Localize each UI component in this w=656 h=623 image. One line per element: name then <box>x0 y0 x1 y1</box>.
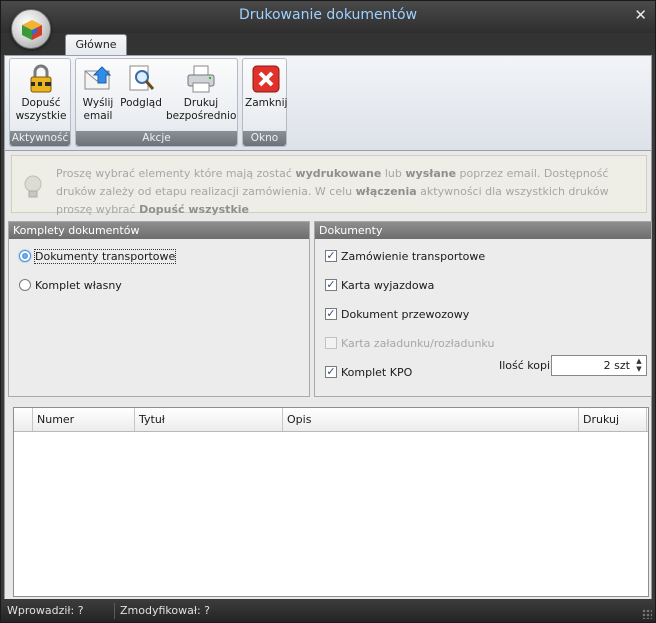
documents-grid[interactable]: Numer Tytuł Opis Drukuj <box>13 407 649 597</box>
resize-grip-icon[interactable] <box>642 609 652 619</box>
check-row-transport-order[interactable]: ✓ Zamówienie transportowe <box>325 248 485 264</box>
grid-header: Numer Tytuł Opis Drukuj <box>14 408 648 432</box>
radio-own-set-label[interactable]: Komplet własny <box>35 279 122 292</box>
close-red-icon <box>252 65 279 93</box>
info-text-part: lub <box>381 167 406 180</box>
app-cubes-icon <box>22 20 42 40</box>
spinner-arrows[interactable]: ▲ ▼ <box>634 357 644 374</box>
status-bar: Wprowadził: ? Zmodyfikował: ? <box>1 600 655 622</box>
radio-own-set[interactable] <box>19 279 31 291</box>
check-row-departure-card[interactable]: ✓ Karta wyjazdowa <box>325 277 434 293</box>
allow-all-button[interactable]: Dopuść wszystkie <box>12 63 70 123</box>
kpo-set-label[interactable]: Komplet KPO <box>341 366 412 379</box>
grid-col-drukuj[interactable]: Drukuj <box>579 408 647 431</box>
close-label: Zamknij <box>245 97 288 109</box>
lock-icon <box>30 64 52 93</box>
document-sets-panel: Komplety dokumentów Dokumenty transporto… <box>8 221 310 397</box>
modified-by-text: Zmodyfikował: ? <box>120 604 211 617</box>
title-bar[interactable]: Drukowanie dokumentów ✕ <box>1 1 655 33</box>
email-send-icon <box>84 66 112 90</box>
info-text: Proszę wybrać elementy które mają zostać… <box>56 165 641 219</box>
app-menu-orb-button[interactable] <box>11 9 51 49</box>
spin-up-icon[interactable]: ▲ <box>634 357 644 365</box>
loading-card-label: Karta załadunku/rozładunku <box>341 336 495 350</box>
preview-label: Podgląd <box>120 97 162 109</box>
ribbon-tab-strip: Główne <box>1 33 655 56</box>
grid-col-tytul[interactable]: Tytuł <box>135 408 283 431</box>
status-separator <box>114 603 115 619</box>
allow-all-label: Dopuść wszystkie <box>15 97 67 122</box>
printer-icon <box>187 65 215 93</box>
radio-row-own-set[interactable]: Komplet własny <box>19 277 122 293</box>
departure-card-label[interactable]: Karta wyjazdowa <box>341 279 434 292</box>
document-sets-header: Komplety dokumentów <box>9 222 309 239</box>
entered-by-text: Wprowadził: ? <box>7 604 84 617</box>
print-direct-label: Drukuj bezpośrednio <box>166 97 237 122</box>
grid-col-opis[interactable]: Opis <box>283 408 579 431</box>
info-keyword-printed: wydrukowane <box>295 167 382 180</box>
ribbon-group-okno: Zamknij Okno <box>242 58 287 147</box>
send-email-button[interactable]: Wyślij email <box>78 63 118 123</box>
checkbox-kpo-set[interactable]: ✓ <box>325 366 337 378</box>
info-keyword-allow-all: Dopuść wszystkie <box>139 203 249 216</box>
ribbon: Dopuść wszystkie Aktywność Wyślij email <box>4 55 652 151</box>
info-box: Proszę wybrać elementy które mają zostać… <box>11 155 647 216</box>
spin-down-icon[interactable]: ▼ <box>634 365 644 373</box>
group-label-okno: Okno <box>243 131 286 146</box>
copies-spinner[interactable]: 2 szt ▲ ▼ <box>551 355 647 376</box>
checkbox-loading-card <box>325 337 337 349</box>
tab-glowne[interactable]: Główne <box>65 34 127 56</box>
radio-transport-documents[interactable] <box>19 250 31 262</box>
check-row-waybill[interactable]: ✓ Dokument przewozowy <box>325 306 469 322</box>
documents-header: Dokumenty <box>315 222 651 239</box>
content-area: Proszę wybrać elementy które mają zostać… <box>4 151 652 599</box>
check-row-kpo-set[interactable]: ✓ Komplet KPO <box>325 364 412 380</box>
grid-col-indicator[interactable] <box>14 408 33 431</box>
info-keyword-sent: wysłane <box>405 167 457 180</box>
transport-order-label[interactable]: Zamówienie transportowe <box>341 250 485 263</box>
grid-col-numer[interactable]: Numer <box>33 408 135 431</box>
close-icon[interactable]: ✕ <box>634 6 647 24</box>
copies-label: Ilość kopi: <box>499 359 554 372</box>
preview-button[interactable]: Podgląd <box>120 63 162 110</box>
check-row-loading-card: Karta załadunku/rozładunku <box>325 335 494 351</box>
documents-panel: Dokumenty ✓ Zamówienie transportowe ✓ Ka… <box>314 221 652 397</box>
ribbon-group-akcje: Wyślij email Podgląd Drukuj bezpośrednio <box>75 58 238 147</box>
checkbox-transport-order[interactable]: ✓ <box>325 250 337 262</box>
ribbon-group-aktywnosc: Dopuść wszystkie Aktywność <box>9 58 71 147</box>
close-button[interactable]: Zamknij <box>245 63 288 110</box>
checkbox-waybill[interactable]: ✓ <box>325 308 337 320</box>
print-documents-window: Drukowanie dokumentów ✕ Główne Dopuść ws… <box>0 0 656 623</box>
lightbulb-icon <box>24 175 42 198</box>
info-keyword-enable: włączenia <box>355 185 417 198</box>
send-email-label: Wyślij email <box>82 97 114 122</box>
group-label-akcje: Akcje <box>76 131 237 146</box>
checkbox-departure-card[interactable]: ✓ <box>325 279 337 291</box>
copies-value[interactable]: 2 szt <box>604 359 630 372</box>
radio-row-transport[interactable]: Dokumenty transportowe <box>19 248 177 264</box>
preview-icon <box>129 65 155 91</box>
waybill-label[interactable]: Dokument przewozowy <box>341 308 469 321</box>
window-title: Drukowanie dokumentów <box>238 7 418 23</box>
group-label-aktywnosc: Aktywność <box>10 131 70 146</box>
info-text-part: Proszę wybrać elementy które mają zostać <box>56 167 296 180</box>
radio-transport-label[interactable]: Dokumenty transportowe <box>33 248 177 264</box>
print-direct-button[interactable]: Drukuj bezpośrednio <box>166 63 236 123</box>
